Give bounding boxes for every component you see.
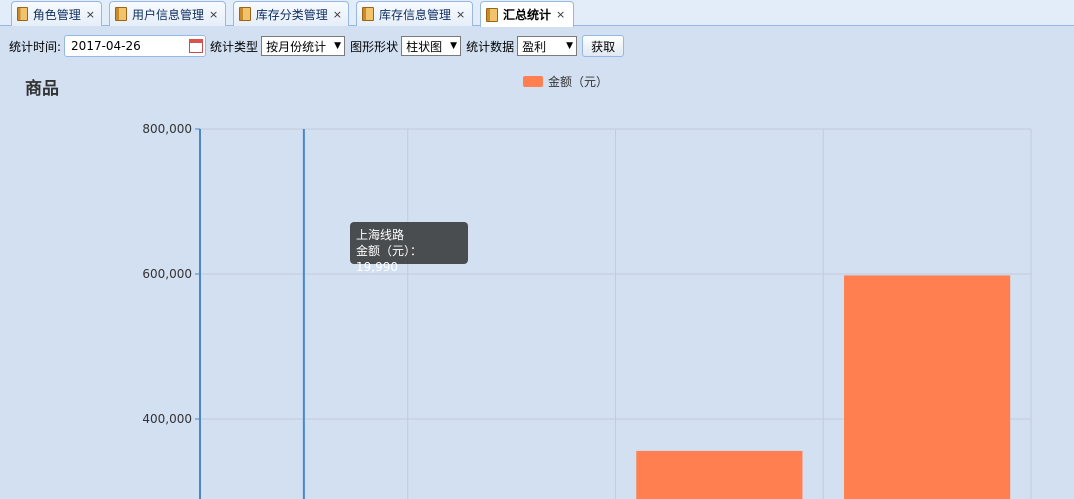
tab-1[interactable]: 角色管理 × bbox=[11, 1, 102, 26]
tab-4[interactable]: 库存信息管理 × bbox=[356, 1, 473, 26]
tab-label: 库存分类管理 bbox=[255, 7, 328, 22]
tab-label: 角色管理 bbox=[32, 7, 81, 22]
type-select[interactable]: 按月份统计 ▼ bbox=[261, 36, 346, 56]
folder-icon bbox=[239, 7, 251, 21]
bar-3 bbox=[636, 450, 803, 499]
tab-label: 用户信息管理 bbox=[132, 7, 205, 22]
calendar-icon[interactable] bbox=[189, 39, 204, 53]
shape-select-value: 柱状图 bbox=[406, 39, 443, 54]
folder-icon bbox=[362, 7, 374, 21]
y-tick-label: 800,000 bbox=[142, 122, 192, 136]
y-tick-label: 600,000 bbox=[142, 267, 192, 281]
close-icon[interactable]: × bbox=[456, 8, 465, 21]
close-icon[interactable]: × bbox=[556, 8, 565, 21]
tab-3[interactable]: 库存分类管理 × bbox=[233, 1, 349, 26]
time-label: 统计时间: bbox=[9, 39, 62, 54]
tab-5[interactable]: 汇总统计 × bbox=[480, 1, 574, 27]
folder-icon bbox=[115, 7, 127, 21]
tooltip-text: 金额（元）：19,990 bbox=[356, 244, 423, 274]
date-input[interactable] bbox=[71, 39, 182, 53]
type-label: 统计类型 bbox=[210, 39, 259, 54]
folder-icon bbox=[17, 7, 28, 21]
chart-area: 商品 金额（元） 800,000 600,000 400,000 上海线路 金额（元… bbox=[0, 65, 1074, 499]
shape-select[interactable]: 柱状图 ▼ bbox=[401, 36, 462, 56]
data-label: 统计数据 bbox=[466, 39, 515, 54]
data-select-value: 盈利 bbox=[522, 39, 547, 54]
data-select[interactable]: 盈利 ▼ bbox=[517, 36, 578, 56]
shape-label: 图形形状 bbox=[350, 39, 399, 54]
toolbar: 统计时间: 统计类型 按月份统计 ▼ 图形形状 柱状图 ▼ 统计数据 盈利 ▼ … bbox=[0, 27, 1074, 65]
tooltip-title: 上海线路 bbox=[356, 228, 405, 242]
close-icon[interactable]: × bbox=[86, 8, 95, 21]
chart-tooltip: 上海线路 金额（元）：19,990 bbox=[350, 222, 468, 274]
folder-icon bbox=[486, 7, 498, 22]
bar-4 bbox=[844, 275, 1011, 499]
date-field[interactable] bbox=[64, 35, 207, 57]
chevron-down-icon: ▼ bbox=[334, 41, 342, 51]
chevron-down-icon: ▼ bbox=[450, 41, 458, 51]
tab-label: 汇总统计 bbox=[503, 8, 552, 22]
close-icon[interactable]: × bbox=[333, 8, 342, 21]
type-select-value: 按月份统计 bbox=[266, 39, 327, 54]
fetch-button[interactable]: 获取 bbox=[582, 35, 625, 57]
y-tick-label: 400,000 bbox=[142, 412, 192, 426]
tab-label: 库存信息管理 bbox=[379, 7, 452, 22]
bar-chart[interactable]: 800,000 600,000 400,000 bbox=[0, 65, 1074, 499]
tab-2[interactable]: 用户信息管理 × bbox=[109, 1, 226, 26]
chevron-down-icon: ▼ bbox=[566, 41, 574, 51]
tab-bar: 角色管理 × 用户信息管理 × 库存分类管理 × 库存信息管理 × 汇总统计 × bbox=[0, 0, 1074, 27]
close-icon[interactable]: × bbox=[209, 8, 218, 21]
